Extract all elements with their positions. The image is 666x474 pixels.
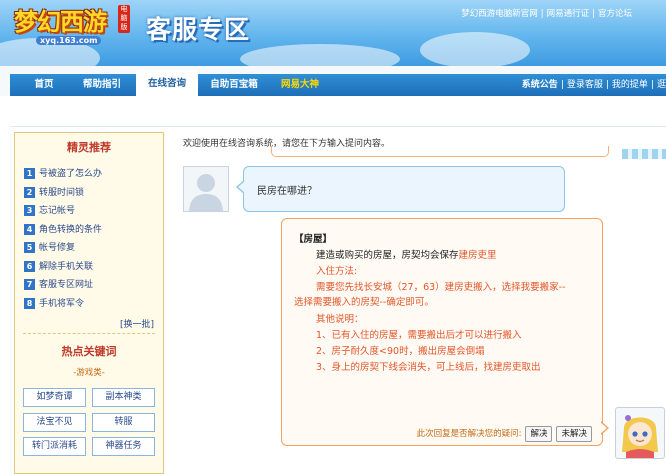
- number-badge: 1: [24, 168, 35, 179]
- reply-link-text[interactable]: 建房吏里: [459, 250, 497, 261]
- feedback-prompt: 此次回复是否解决您的疑问:: [416, 429, 522, 439]
- swap-batch-link[interactable]: [换一批]: [120, 317, 154, 330]
- previous-reply-edge: [271, 146, 609, 157]
- keyword-button[interactable]: 副本神类: [92, 388, 155, 407]
- hot-keywords-title: 热点关键词: [61, 345, 117, 358]
- user-avatar-icon: [183, 166, 229, 212]
- main-nav: 首页 帮助指引 在线咨询 自助百宝箱 网易大神 系统公告 | 登录客服 | 我的提单 | 逛: [0, 66, 666, 96]
- logo-url: xyq.163.com: [36, 36, 102, 45]
- sidebar: 精灵推荐 1 号被盗了怎么办 2 转服时间锁 3 忘记帐号 4 角色转换的条件 5 帐号修…: [14, 132, 164, 474]
- nav-my-tickets[interactable]: 我的提单: [612, 80, 648, 90]
- number-badge: 8: [24, 297, 35, 309]
- divider: [23, 333, 155, 334]
- reply-bubble: 【房屋】 建造或购买的房屋，房契均会保存建房吏里 入住方法: 需要您先找长安城（…: [281, 218, 603, 446]
- reply-title: 【房屋】: [294, 234, 333, 245]
- site-header: 梦幻西游 电脑版 xyq.163.com 客服专区 梦幻西游电脑新官网 | 网易通行…: [0, 0, 666, 66]
- nav-self-service[interactable]: 自助百宝箱: [202, 74, 266, 96]
- number-badge: 5: [24, 242, 35, 253]
- recommend-label: 转服时间锁: [39, 187, 85, 198]
- separator: |: [560, 80, 564, 90]
- game-logo[interactable]: 梦幻西游 电脑版 xyq.163.com: [14, 2, 138, 50]
- reply-line-1: 建造或购买的房屋，房契均会保存建房吏里: [316, 249, 497, 263]
- separator: |: [540, 9, 544, 19]
- recommend-item[interactable]: 6 解除手机关联: [24, 258, 160, 277]
- user-question-bubble: 民房在哪进？: [243, 166, 565, 212]
- reply-line-4: 选择需要搬入的房契--确定即可。: [294, 297, 434, 308]
- reply-line-3: 需要您先找长安城（27，63）建房吏搬入，选择我要搬家--: [316, 282, 566, 293]
- reply-line-8: 3、身上的房契下线会消失，可上线后，找建房吏取出: [316, 362, 541, 373]
- logo-text: 梦幻西游: [14, 8, 107, 36]
- nav-netease-dashen[interactable]: 网易大神: [272, 74, 328, 96]
- sub-strip: [10, 96, 666, 127]
- separator: |: [605, 80, 609, 90]
- nav-bar: 首页 帮助指引 在线咨询 自助百宝箱 网易大神 系统公告 | 登录客服 | 我的提单 | 逛: [10, 70, 666, 96]
- solved-button[interactable]: 解决: [525, 426, 553, 442]
- nav-home[interactable]: 首页: [20, 74, 68, 96]
- nav-online-consult[interactable]: 在线咨询: [136, 70, 198, 96]
- reply-line-6: 1、已有入住的房屋，需要搬出后才可以进行搬入: [316, 330, 522, 341]
- recommend-label: 角色转换的条件: [39, 224, 103, 235]
- number-badge: 3: [24, 205, 35, 216]
- top-links: 梦幻西游电脑新官网 | 网易通行证 | 官方论坛: [461, 7, 632, 19]
- number-badge: 7: [24, 279, 35, 290]
- nav-login-service[interactable]: 登录客服: [567, 80, 603, 90]
- link-passport[interactable]: 网易通行证: [547, 9, 590, 19]
- keyword-button[interactable]: 转服: [92, 413, 155, 432]
- feedback-row: 此次回复是否解决您的疑问: 解决 未解决: [417, 426, 592, 442]
- recommend-label: 号被盗了怎么办: [39, 169, 103, 179]
- reply-line-7: 2、房子耐久度<90时，搬出房屋会倒塌: [316, 346, 485, 357]
- logo-badge: 电脑版: [118, 5, 130, 33]
- number-badge: 2: [24, 186, 35, 198]
- keyword-button[interactable]: 转门派消耗: [23, 437, 86, 456]
- nav-more[interactable]: 逛: [657, 80, 666, 90]
- sidebar-title: 精灵推荐: [67, 141, 111, 154]
- recommend-item[interactable]: 7 客服专区网址: [24, 276, 160, 295]
- reply-text: 建造或购买的房屋，房契均会保存: [316, 250, 459, 261]
- keyword-button[interactable]: 如梦奇谭: [23, 388, 86, 407]
- reply-line-5: 其他说明：: [316, 314, 364, 325]
- number-badge: 6: [24, 260, 35, 272]
- bubble-tail-inner: [600, 422, 607, 434]
- separator: |: [592, 9, 595, 19]
- nav-help[interactable]: 帮助指引: [72, 74, 132, 96]
- user-question-text: 民房在哪进？: [257, 186, 317, 197]
- recommend-label: 帐号修复: [39, 243, 76, 253]
- recommend-item[interactable]: 1 号被盗了怎么办: [24, 165, 160, 184]
- assistant-sprite-avatar-icon: [615, 407, 665, 459]
- number-badge: 4: [24, 223, 35, 235]
- recommend-label: 解除手机关联: [39, 261, 94, 272]
- recommend-label: 客服专区网址: [39, 280, 94, 290]
- keyword-category: -游戏类-: [73, 368, 105, 378]
- recommend-label: 忘记帐号: [39, 206, 76, 216]
- bubble-tail-inner: [238, 181, 245, 193]
- keyword-button[interactable]: 神器任务: [92, 437, 155, 456]
- recommend-label: 手机将军令: [39, 298, 85, 309]
- scroll-decoration: [622, 149, 666, 159]
- cloud-decoration: [420, 32, 530, 66]
- reply-line-2: 入住方法:: [316, 266, 358, 277]
- unsolved-button[interactable]: 未解决: [556, 426, 592, 442]
- recommend-list: 1 号被盗了怎么办 2 转服时间锁 3 忘记帐号 4 角色转换的条件 5 帐号修复 6 解除…: [24, 165, 160, 313]
- recommend-item[interactable]: 2 转服时间锁: [24, 184, 160, 203]
- site-title: 客服专区: [146, 15, 251, 44]
- link-forum[interactable]: 官方论坛: [598, 9, 632, 19]
- cloud-decoration: [240, 44, 400, 66]
- link-official-site[interactable]: 梦幻西游电脑新官网: [461, 9, 538, 19]
- keyword-button[interactable]: 法宝不见: [23, 413, 86, 432]
- recommend-item[interactable]: 8 手机将军令: [24, 295, 160, 314]
- nav-right-links: 系统公告 | 登录客服 | 我的提单 | 逛: [522, 74, 666, 96]
- nav-system-notice[interactable]: 系统公告: [522, 80, 558, 90]
- recommend-item[interactable]: 3 忘记帐号: [24, 202, 160, 221]
- recommend-item[interactable]: 5 帐号修复: [24, 239, 160, 258]
- separator: |: [650, 80, 654, 90]
- recommend-item[interactable]: 4 角色转换的条件: [24, 221, 160, 240]
